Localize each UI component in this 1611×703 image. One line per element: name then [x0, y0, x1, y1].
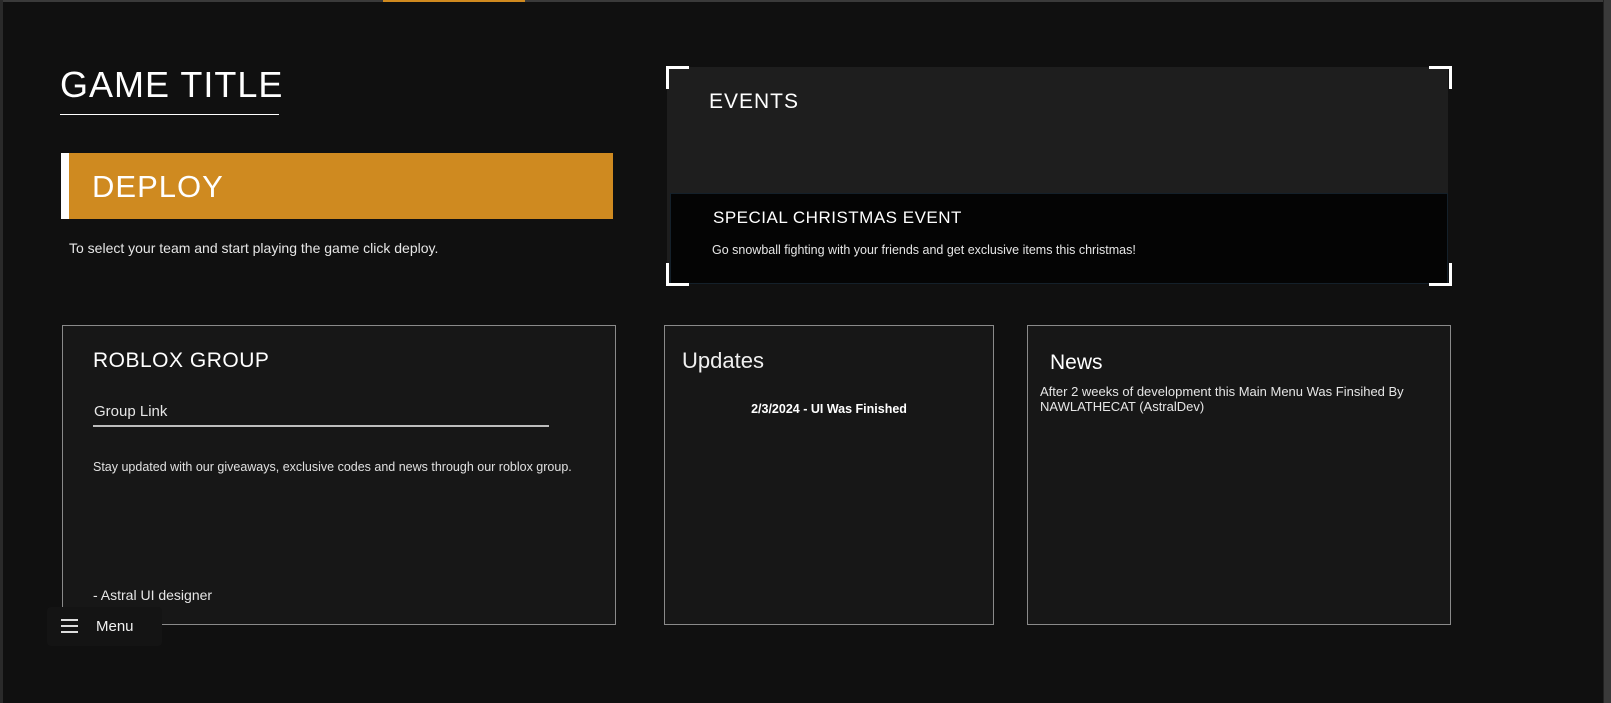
game-title: GAME TITLE [60, 64, 284, 105]
corner-bracket-top-left [666, 66, 689, 89]
news-body: After 2 weeks of development this Main M… [1040, 384, 1404, 414]
corner-bracket-bottom-left [666, 263, 689, 286]
top-border [0, 0, 1611, 2]
roblox-group-signature: - Astral UI designer [93, 587, 213, 603]
events-title: EVENTS [709, 90, 800, 113]
roblox-group-title: ROBLOX GROUP [93, 349, 270, 372]
deploy-accent-strip [61, 153, 69, 219]
menu-button[interactable]: Menu [47, 607, 162, 646]
group-link-input[interactable]: Group Link [94, 403, 167, 420]
updates-title: Updates [682, 348, 764, 373]
news-title: News [1050, 351, 1103, 374]
left-border [0, 0, 3, 703]
update-item: 2/3/2024 - UI Was Finished [751, 402, 907, 416]
deploy-button[interactable]: DEPLOY [61, 153, 613, 219]
corner-bracket-bottom-right [1429, 263, 1452, 286]
event-card[interactable] [670, 193, 1448, 284]
event-name: SPECIAL CHRISTMAS EVENT [713, 208, 962, 227]
hamburger-icon [61, 619, 78, 633]
top-accent-bar [383, 0, 525, 2]
group-link-underline [93, 425, 549, 427]
roblox-group-description: Stay updated with our giveaways, exclusi… [93, 460, 572, 474]
event-description: Go snowball fighting with your friends a… [712, 243, 1136, 257]
corner-bracket-top-right [1429, 66, 1452, 89]
deploy-description: To select your team and start playing th… [69, 240, 439, 256]
title-underline [60, 114, 279, 115]
menu-label: Menu [96, 618, 134, 635]
scrollbar[interactable] [1603, 0, 1611, 703]
deploy-label: DEPLOY [92, 169, 224, 204]
